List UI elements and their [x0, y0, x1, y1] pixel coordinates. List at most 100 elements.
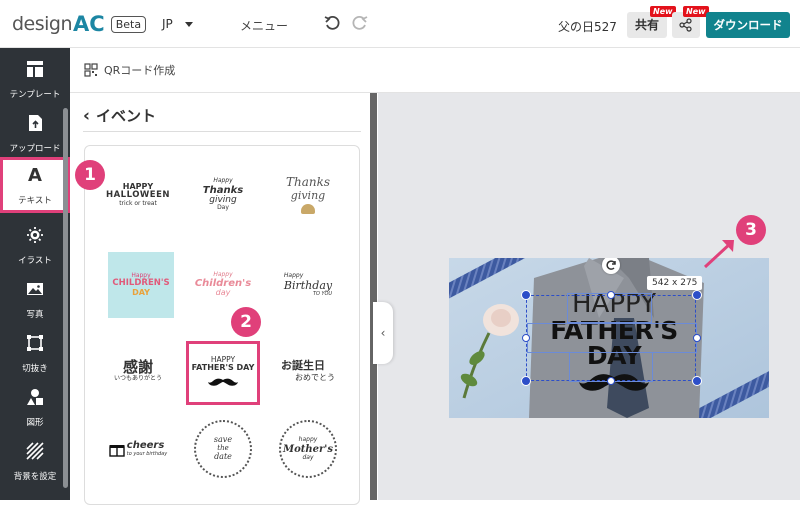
pumpkin-icon — [300, 203, 315, 214]
text-icon: A — [28, 165, 42, 186]
text-template-grid: HAPPY HALLOWEEN trick or treat Happy Tha… — [84, 145, 360, 505]
template-text: date — [214, 451, 232, 461]
panel-scrollbar[interactable] — [370, 93, 377, 500]
sidebar-item-label: 切抜き — [22, 364, 48, 374]
sidebar-item-label: 図形 — [26, 418, 44, 428]
template-text: giving — [290, 188, 326, 202]
template-text: Day — [217, 204, 229, 212]
qr-code-label: QRコード作成 — [104, 64, 176, 77]
template-text: いつもありがとう — [113, 375, 162, 383]
resize-handle[interactable] — [693, 334, 701, 342]
template-text: TO YOU — [312, 290, 333, 297]
panel-header[interactable]: ‹ イベント — [83, 105, 156, 126]
template-otanjoubi[interactable]: お誕生日 おめでとう — [275, 338, 341, 404]
arrow-icon — [703, 240, 734, 269]
sidebar: テンプレート アップロード A テキスト イラスト 写真 切抜き 図形 背景を設… — [0, 48, 70, 500]
template-text: おめでとう — [295, 372, 335, 382]
template-cheers[interactable]: cheers to your birthday — [105, 416, 171, 482]
sidebar-item-upload[interactable]: アップロード — [0, 106, 70, 158]
rotate-icon — [606, 260, 616, 270]
template-text: happy — [298, 435, 318, 443]
resize-handle[interactable] — [521, 290, 531, 300]
template-text: Mother's — [283, 443, 333, 455]
sidebar-item-crop[interactable]: 切抜き — [0, 326, 70, 378]
template-text: day — [215, 288, 231, 298]
resize-handle[interactable] — [692, 290, 702, 300]
design-canvas[interactable]: HAPPY FATHER'S DAY 542 x 275 — [449, 258, 769, 418]
resize-handle[interactable] — [692, 376, 702, 386]
template-text: Birthday — [283, 278, 333, 292]
qr-code-button[interactable]: QRコード作成 — [84, 62, 175, 78]
step-marker-1: 1 — [75, 160, 105, 190]
undo-icon[interactable] — [323, 14, 341, 32]
sidebar-item-shape[interactable]: 図形 — [0, 380, 70, 432]
sidebar-item-label: イラスト — [18, 256, 52, 266]
sub-toolbar: QRコード作成 — [70, 48, 800, 93]
menu-button[interactable]: メニュー — [240, 17, 288, 34]
beta-badge: Beta — [110, 15, 147, 33]
top-bar: design AC Beta JP メニュー 父の日527 共有 New New… — [0, 0, 800, 48]
template-text: to your birthday — [126, 450, 168, 457]
panel-title: イベント — [96, 107, 157, 125]
resize-handle[interactable] — [521, 376, 531, 386]
sidebar-item-label: テキスト — [18, 196, 52, 206]
template-thanksgiving-2[interactable]: Thanks giving — [275, 162, 341, 228]
template-birthday[interactable]: Happy Birthday TO YOU — [275, 252, 341, 318]
step-number: 1 — [84, 165, 96, 185]
redo-icon[interactable] — [351, 14, 369, 32]
sidebar-item-text[interactable]: A テキスト — [0, 157, 70, 213]
size-tooltip: 542 x 275 — [647, 276, 703, 290]
qr-code-icon — [84, 63, 98, 77]
resize-handle[interactable] — [607, 291, 615, 299]
mustache-icon — [208, 378, 238, 386]
template-text: 感謝 — [122, 357, 153, 376]
photo-icon — [27, 283, 43, 295]
sidebar-item-template[interactable]: テンプレート — [0, 52, 70, 104]
template-kansha[interactable]: 感謝 いつもありがとう — [105, 338, 171, 404]
template-icon — [27, 61, 43, 77]
resize-handle[interactable] — [522, 334, 530, 342]
language-label: JP — [162, 17, 173, 31]
collapse-panel-button[interactable]: ‹ — [373, 302, 393, 364]
gift-icon — [109, 445, 125, 457]
sidebar-item-label: 写真 — [26, 310, 44, 320]
language-select[interactable]: JP — [162, 17, 193, 31]
text-panel: ‹ イベント HAPPY HALLOWEEN trick or treat Ha… — [70, 93, 377, 505]
new-badge-link: New — [683, 6, 709, 17]
template-text: お誕生日 — [281, 359, 325, 373]
sidebar-item-label: 背景を設定 — [13, 472, 57, 482]
template-text: Happy — [213, 270, 233, 278]
document-name[interactable]: 父の日527 — [558, 18, 617, 35]
step-number: 2 — [240, 312, 252, 332]
step-marker-2: 2 — [231, 307, 261, 337]
step-number: 3 — [745, 220, 757, 240]
template-fathers-day[interactable]: HAPPY FATHER'S DAY — [186, 341, 260, 405]
chevron-down-icon — [184, 22, 193, 27]
template-text: trick or treat — [119, 199, 157, 207]
logo-accent: AC — [73, 12, 105, 36]
sidebar-item-photo[interactable]: 写真 — [0, 272, 70, 324]
sidebar-item-label: アップロード — [9, 144, 61, 154]
sidebar-scrollbar[interactable] — [63, 108, 68, 488]
resize-handle[interactable] — [607, 377, 615, 385]
template-thanksgiving-1[interactable]: Happy Thanks giving Day — [190, 162, 256, 228]
template-save-the-date[interactable]: save the date — [190, 416, 256, 482]
back-arrow-icon[interactable]: ‹ — [83, 106, 90, 126]
logo[interactable]: design AC Beta — [12, 12, 147, 36]
template-text: day — [302, 453, 314, 461]
share-icon — [679, 18, 692, 32]
template-text: Happy — [213, 176, 233, 184]
upload-icon — [29, 115, 42, 131]
step-marker-3: 3 — [736, 215, 766, 245]
template-halloween[interactable]: HAPPY HALLOWEEN trick or treat — [105, 162, 171, 228]
template-mothers-day[interactable]: happy Mother's day — [275, 416, 341, 482]
template-text: Thanks — [202, 184, 244, 196]
download-button[interactable]: ダウンロード — [706, 12, 790, 38]
crop-icon — [27, 335, 43, 351]
divider — [83, 131, 361, 132]
template-childrens-day-1[interactable]: Happy CHILDREN'S DAY — [108, 252, 174, 318]
selection-box-inner — [527, 323, 697, 353]
sidebar-item-illustration[interactable]: イラスト — [0, 218, 70, 270]
sidebar-item-label: テンプレート — [9, 90, 61, 100]
sidebar-item-background[interactable]: 背景を設定 — [0, 434, 70, 486]
